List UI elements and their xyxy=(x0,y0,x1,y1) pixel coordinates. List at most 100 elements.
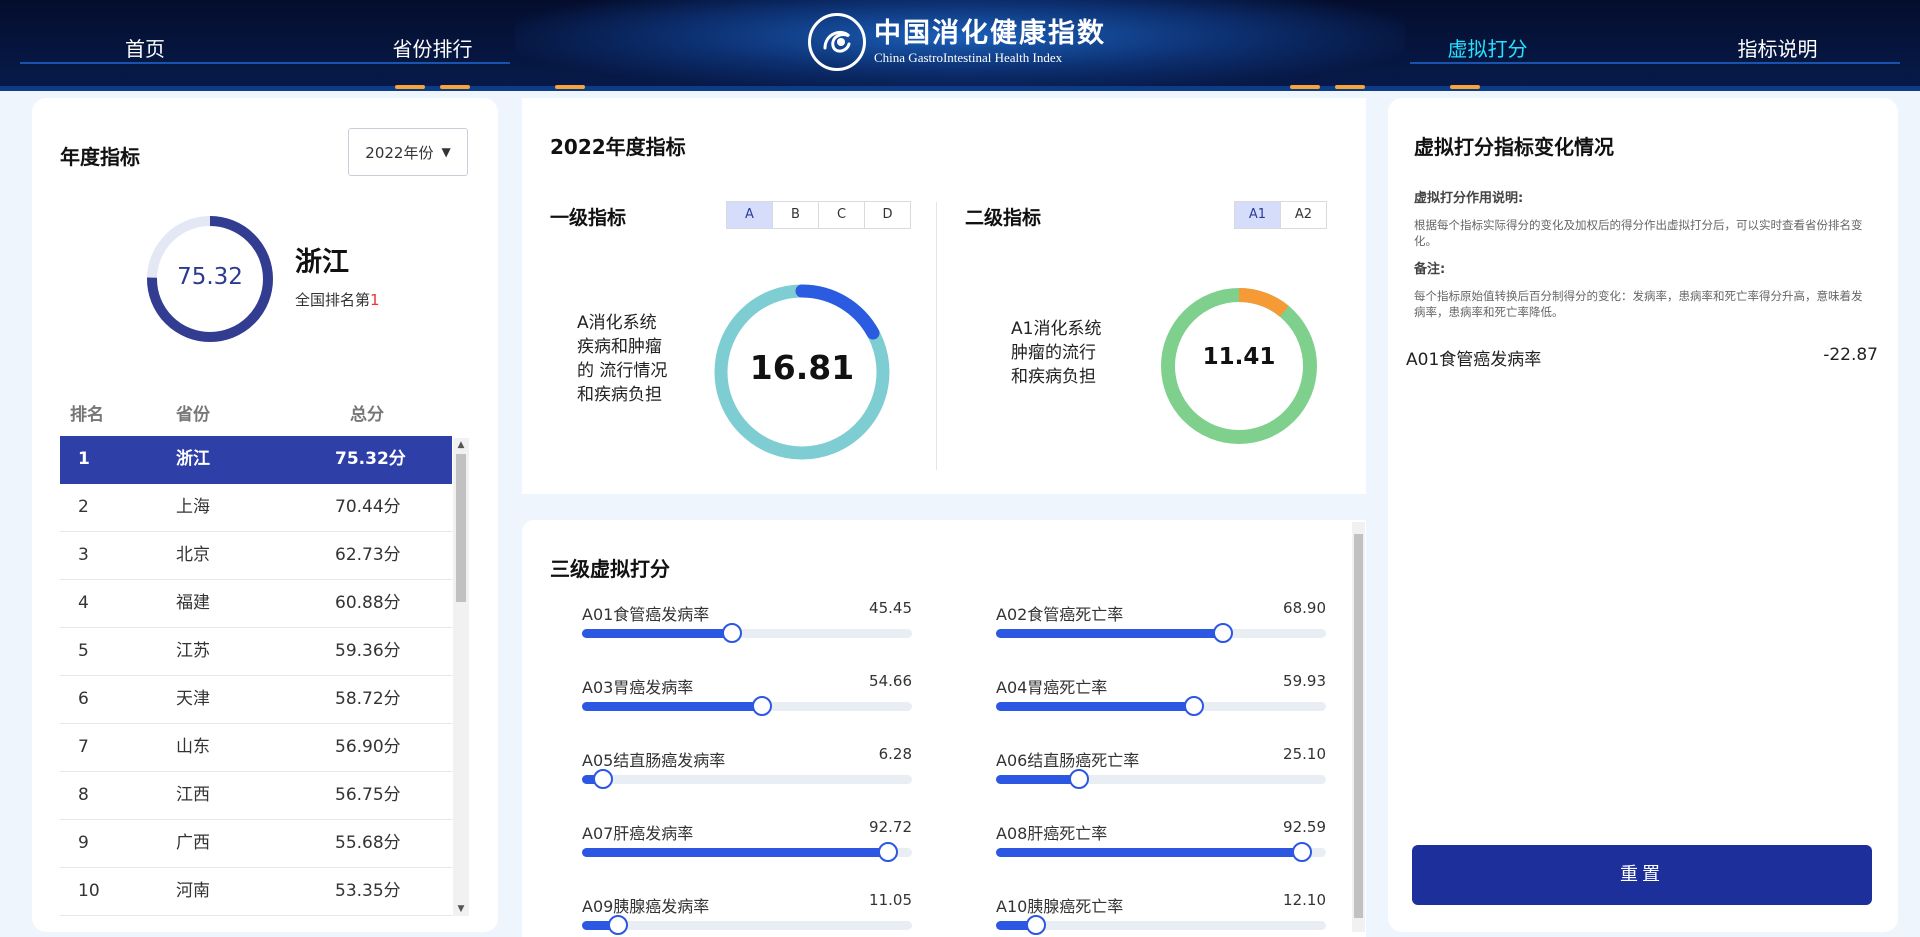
table-row[interactable]: 7 山东 56.90分 xyxy=(60,724,452,772)
level1-value: 16.81 xyxy=(749,348,855,387)
province-cell: 北京 xyxy=(176,545,210,565)
slider-track[interactable] xyxy=(996,842,1326,862)
score-slider[interactable]: A04胃癌死亡率 59.93 xyxy=(996,672,1326,716)
level1-tabs: A B C D xyxy=(726,201,911,229)
slider-handle[interactable] xyxy=(1068,769,1089,789)
score-cell: 62.73分 xyxy=(335,545,401,565)
slider-value: 11.05 xyxy=(869,891,912,909)
slider-fill xyxy=(582,702,763,711)
table-row[interactable]: 5 江苏 59.36分 xyxy=(60,628,452,676)
score-slider[interactable]: A10胰腺癌死亡率 12.10 xyxy=(996,891,1326,935)
tab-a[interactable]: A xyxy=(727,202,773,228)
national-rank: 全国排名第1 xyxy=(295,289,380,310)
slider-handle[interactable] xyxy=(752,696,773,716)
nav-indicator-desc[interactable]: 指标说明 xyxy=(1720,34,1835,64)
score-slider[interactable]: A07肝癌发病率 92.72 xyxy=(582,818,912,862)
logo-title: 中国消化健康指数 xyxy=(874,18,1106,49)
slider-label: A03胃癌发病率 xyxy=(582,678,694,697)
slider-track[interactable] xyxy=(582,769,912,789)
table-row[interactable]: 6 天津 58.72分 xyxy=(60,676,452,724)
slider-handle[interactable] xyxy=(877,842,898,862)
score-slider[interactable]: A09胰腺癌发病率 11.05 xyxy=(582,891,912,935)
slider-label: A08肝癌死亡率 xyxy=(996,824,1108,843)
slider-fill xyxy=(582,629,732,638)
score-slider[interactable]: A08肝癌死亡率 92.59 xyxy=(996,818,1326,862)
header-accent xyxy=(440,85,470,89)
slider-track[interactable] xyxy=(582,696,912,716)
slider-handle[interactable] xyxy=(592,769,613,789)
total-score-value: 75.32 xyxy=(177,264,243,290)
slider-handle[interactable] xyxy=(1291,842,1312,862)
level3-scrollbar[interactable] xyxy=(1352,522,1365,932)
reset-button[interactable]: 重置 xyxy=(1412,845,1872,905)
top-header: 首页 省份排行 虚拟打分 指标说明 中国消化健康指数 China GastroI… xyxy=(0,0,1920,91)
rank-cell: 9 xyxy=(78,833,89,853)
slider-track[interactable] xyxy=(996,915,1326,935)
slider-track[interactable] xyxy=(582,915,912,935)
header-province: 省份 xyxy=(176,405,210,425)
slider-fill xyxy=(996,775,1079,784)
year-select[interactable]: 2022年份 ▼ xyxy=(348,128,468,176)
slider-track[interactable] xyxy=(582,842,912,862)
table-row[interactable]: 4 福建 60.88分 xyxy=(60,580,452,628)
slider-handle[interactable] xyxy=(1183,696,1204,716)
slider-value: 92.72 xyxy=(869,818,912,836)
site-logo[interactable]: 中国消化健康指数 China GastroIntestinal Health I… xyxy=(808,12,1106,72)
nav-province-rank[interactable]: 省份排行 xyxy=(375,34,490,64)
tab-b[interactable]: B xyxy=(773,202,819,228)
slider-label: A06结直肠癌死亡率 xyxy=(996,751,1140,770)
scroll-up-icon[interactable]: ▲ xyxy=(456,440,466,450)
table-row[interactable]: 3 北京 62.73分 xyxy=(60,532,452,580)
tab-a2[interactable]: A2 xyxy=(1281,202,1326,228)
nav-home[interactable]: 首页 xyxy=(90,34,200,64)
slider-handle[interactable] xyxy=(608,915,629,935)
slider-value: 92.59 xyxy=(1283,818,1326,836)
slider-label: A07肝癌发病率 xyxy=(582,824,694,843)
level2-tabs: A1 A2 xyxy=(1234,201,1327,229)
rank-cell: 7 xyxy=(78,737,89,757)
tab-d[interactable]: D xyxy=(865,202,910,228)
score-slider[interactable]: A06结直肠癌死亡率 25.10 xyxy=(996,745,1326,789)
slider-track[interactable] xyxy=(582,623,912,643)
tab-c[interactable]: C xyxy=(819,202,865,228)
province-cell: 浙江 xyxy=(176,449,210,469)
scroll-down-icon[interactable]: ▼ xyxy=(456,904,466,914)
score-cell: 56.75分 xyxy=(335,785,401,805)
slider-track[interactable] xyxy=(996,769,1326,789)
ranking-scroll-thumb[interactable] xyxy=(456,454,466,602)
score-cell: 70.44分 xyxy=(335,497,401,517)
province-cell: 江西 xyxy=(176,785,210,805)
table-row[interactable]: 10 河南 53.35分 xyxy=(60,868,452,916)
level2-label: A1消化系统肿瘤的流行和疾病负担 xyxy=(1011,319,1102,387)
score-slider[interactable]: A03胃癌发病率 54.66 xyxy=(582,672,912,716)
slider-handle[interactable] xyxy=(1025,915,1046,935)
year-select-value: 2022年份 xyxy=(365,143,434,162)
slider-label: A05结直肠癌发病率 xyxy=(582,751,726,770)
score-slider[interactable]: A02食管癌死亡率 68.90 xyxy=(996,599,1326,643)
ranking-scrollbar[interactable]: ▲ ▼ xyxy=(453,438,469,916)
province-cell: 河南 xyxy=(176,881,210,901)
rank-cell: 2 xyxy=(78,497,89,517)
table-row[interactable]: 9 广西 55.68分 xyxy=(60,820,452,868)
header-accent xyxy=(555,85,585,89)
header-accent xyxy=(1450,85,1480,89)
rank-cell: 3 xyxy=(78,545,89,565)
change-title: 虚拟打分指标变化情况 xyxy=(1414,135,1614,159)
slider-value: 68.90 xyxy=(1283,599,1326,617)
score-slider[interactable]: A05结直肠癌发病率 6.28 xyxy=(582,745,912,789)
slider-label: A09胰腺癌发病率 xyxy=(582,897,710,916)
score-cell: 75.32分 xyxy=(335,449,406,469)
slider-handle[interactable] xyxy=(721,623,742,643)
yearly-indicator-title: 2022年度指标 xyxy=(550,135,686,159)
header-rank: 排名 xyxy=(70,405,104,425)
slider-track[interactable] xyxy=(996,696,1326,716)
table-row[interactable]: 1 浙江 75.32分 xyxy=(60,436,452,484)
nav-virtual-score[interactable]: 虚拟打分 xyxy=(1430,34,1545,64)
slider-handle[interactable] xyxy=(1213,623,1234,643)
tab-a1[interactable]: A1 xyxy=(1235,202,1281,228)
level3-scroll-thumb[interactable] xyxy=(1354,534,1363,918)
table-row[interactable]: 2 上海 70.44分 xyxy=(60,484,452,532)
slider-track[interactable] xyxy=(996,623,1326,643)
score-slider[interactable]: A01食管癌发病率 45.45 xyxy=(582,599,912,643)
table-row[interactable]: 8 江西 56.75分 xyxy=(60,772,452,820)
